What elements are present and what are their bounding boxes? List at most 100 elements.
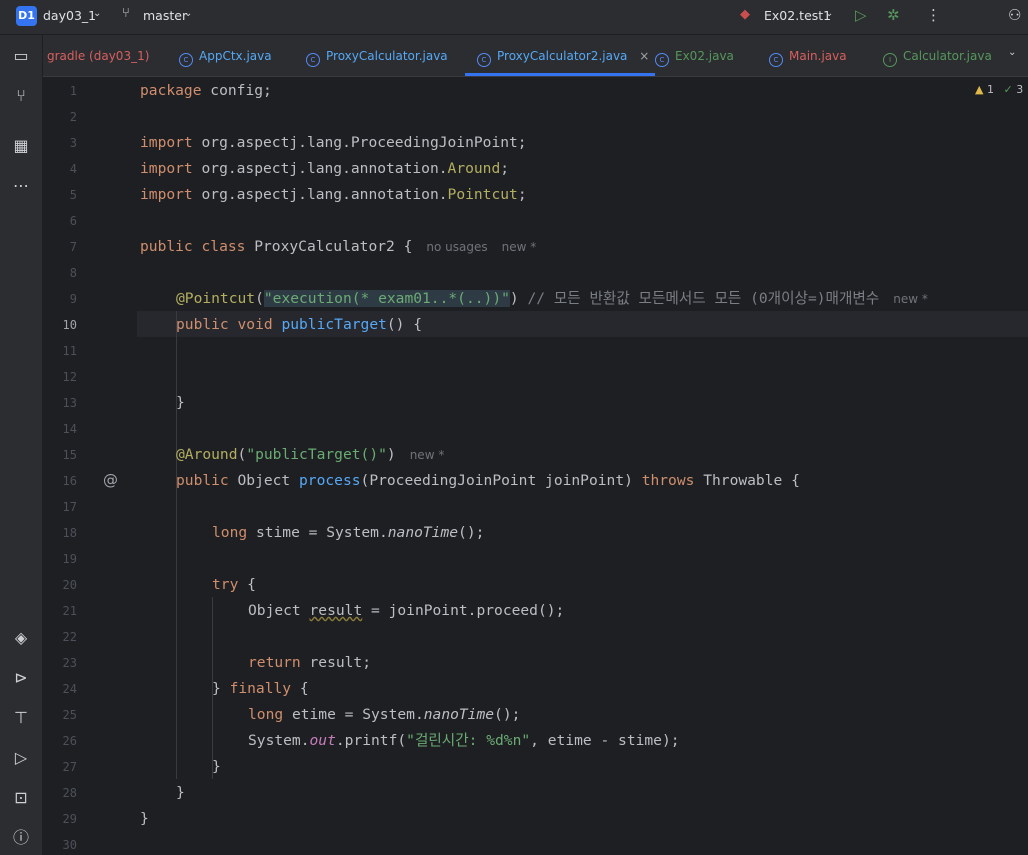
line-number[interactable]: 28 — [43, 786, 77, 800]
line-number[interactable]: 6 — [43, 214, 77, 228]
author-hint: new * — [409, 448, 445, 462]
code-line: public class ProxyCalculator2 {no usages… — [140, 238, 537, 255]
class-icon: C — [769, 53, 783, 67]
line-number[interactable]: 8 — [43, 266, 77, 280]
line-number[interactable]: 9 — [43, 292, 77, 306]
run-icon[interactable]: ▷ — [855, 6, 867, 24]
commit-icon[interactable]: ⑂ — [10, 85, 32, 107]
debug-icon[interactable]: ✲ — [887, 6, 900, 24]
line-number[interactable]: 2 — [43, 110, 77, 124]
chevron-down-icon[interactable]: ⌄ — [1008, 47, 1016, 58]
tab-appctx[interactable]: C AppCtx.java — [179, 35, 272, 76]
structure-icon[interactable]: ▦ — [10, 135, 32, 157]
code-line: Object result = joinPoint.proceed(); — [248, 602, 565, 619]
line-number[interactable]: 25 — [43, 708, 77, 722]
title-bar: D1 day03_1 ⌄ ⑂ master ⌄ ◆ Ex02.test1 ⌄ ▷… — [0, 0, 1028, 35]
line-number[interactable]: 24 — [43, 682, 77, 696]
project-badge[interactable]: D1 — [16, 6, 37, 26]
line-number[interactable]: 11 — [43, 344, 77, 358]
tab-label: ProxyCalculator2.java — [497, 49, 628, 63]
line-number[interactable]: 3 — [43, 136, 77, 150]
close-icon[interactable]: × — [639, 49, 649, 63]
line-number[interactable]: 21 — [43, 604, 77, 618]
author-hint: new * — [501, 240, 537, 254]
tab-label: Calculator.java — [903, 49, 992, 63]
interface-icon: I — [883, 53, 897, 67]
branch-name[interactable]: master — [143, 8, 187, 23]
code-line: import org.aspectj.lang.annotation.Aroun… — [140, 160, 510, 177]
tab-label: ProxyCalculator.java — [326, 49, 448, 63]
run-config-icon: ◆ — [740, 7, 750, 22]
chevron-down-icon[interactable]: ⌄ — [93, 8, 101, 19]
code-line: public void publicTarget() { — [176, 316, 423, 333]
problems-icon[interactable]: ⓘ — [10, 827, 32, 849]
class-icon: C — [655, 53, 669, 67]
line-number[interactable]: 7 — [43, 240, 77, 254]
tab-label: gradle (day03_1) — [47, 49, 150, 63]
line-number[interactable]: 1 — [43, 84, 77, 98]
line-number[interactable]: 17 — [43, 500, 77, 514]
code-line: System.out.printf("걸린시간: %d%n", etime - … — [248, 732, 680, 749]
layers-icon[interactable]: ◈ — [10, 627, 32, 649]
line-number[interactable]: 4 — [43, 162, 77, 176]
project-name[interactable]: day03_1 — [43, 8, 96, 23]
line-number[interactable]: 14 — [43, 422, 77, 436]
usages-hint: no usages — [426, 240, 488, 254]
line-number[interactable]: 10 — [43, 318, 77, 332]
line-number[interactable]: 29 — [43, 812, 77, 826]
services-icon[interactable]: ⊳ — [10, 667, 32, 689]
code-line: } — [212, 758, 221, 775]
tab-label: Main.java — [789, 49, 847, 63]
more-tools-icon[interactable]: ⋯ — [10, 175, 32, 197]
code-line: import org.aspectj.lang.annotation.Point… — [140, 186, 527, 203]
line-number[interactable]: 19 — [43, 552, 77, 566]
author-hint: new * — [893, 292, 928, 306]
more-icon[interactable]: ⋮ — [926, 6, 941, 24]
code-line: return result; — [248, 654, 372, 671]
chevron-down-icon[interactable]: ⌄ — [825, 8, 833, 19]
tab-proxycalculator[interactable]: C ProxyCalculator.java — [306, 35, 448, 76]
tab-calculator[interactable]: I Calculator.java — [883, 35, 992, 76]
tab-gradle[interactable]: gradle (day03_1) — [47, 35, 149, 76]
code-line: } finally { — [212, 680, 309, 697]
chevron-down-icon[interactable]: ⌄ — [184, 8, 192, 19]
line-number[interactable]: 22 — [43, 630, 77, 644]
code-line: @Around("publicTarget()") new * — [176, 446, 445, 463]
tab-main[interactable]: C Main.java — [769, 35, 847, 76]
class-icon: C — [306, 53, 320, 67]
tab-proxycalculator2[interactable]: C ProxyCalculator2.java × — [465, 35, 655, 76]
line-number[interactable]: 15 — [43, 448, 77, 462]
line-number[interactable]: 16 — [43, 474, 77, 488]
line-number[interactable]: 20 — [43, 578, 77, 592]
line-number[interactable]: 30 — [43, 838, 77, 852]
code-line: import org.aspectj.lang.ProceedingJoinPo… — [140, 134, 527, 151]
tab-label: Ex02.java — [675, 49, 734, 63]
implements-marker-icon[interactable]: @ — [103, 471, 118, 489]
code-line: } — [140, 810, 149, 827]
build-icon[interactable]: ⊤ — [10, 707, 32, 729]
add-user-icon[interactable]: ⚇ — [1008, 6, 1021, 24]
code-line: try { — [212, 576, 256, 593]
terminal-icon[interactable]: ⊡ — [10, 787, 32, 809]
line-number[interactable]: 23 — [43, 656, 77, 670]
code-line: @Pointcut("execution(* exam01..*(..))") … — [176, 290, 928, 307]
line-number[interactable]: 26 — [43, 734, 77, 748]
line-number[interactable]: 12 — [43, 370, 77, 384]
tab-ex02[interactable]: C Ex02.java — [655, 35, 734, 76]
run-tool-icon[interactable]: ▷ — [10, 747, 32, 769]
indent-guide — [176, 311, 177, 779]
class-icon: C — [477, 53, 491, 67]
line-number[interactable]: 5 — [43, 188, 77, 202]
editor-tabs: gradle (day03_1) C AppCtx.java C ProxyCalc… — [43, 35, 1028, 77]
left-toolbar: ▭ ⑂ ▦ ⋯ ◈ ⊳ ⊤ ▷ ⊡ ⓘ — [0, 35, 43, 855]
code-editor[interactable]: package config; import org.aspectj.lang.… — [138, 77, 1028, 855]
line-number[interactable]: 18 — [43, 526, 77, 540]
class-icon: C — [179, 53, 193, 67]
code-line: long etime = System.nanoTime(); — [248, 706, 521, 723]
code-line: long stime = System.nanoTime(); — [212, 524, 485, 541]
line-number[interactable]: 27 — [43, 760, 77, 774]
branch-icon: ⑂ — [122, 6, 130, 21]
run-config-name[interactable]: Ex02.test1 — [764, 8, 831, 23]
project-folder-icon[interactable]: ▭ — [10, 45, 32, 67]
line-number[interactable]: 13 — [43, 396, 77, 410]
